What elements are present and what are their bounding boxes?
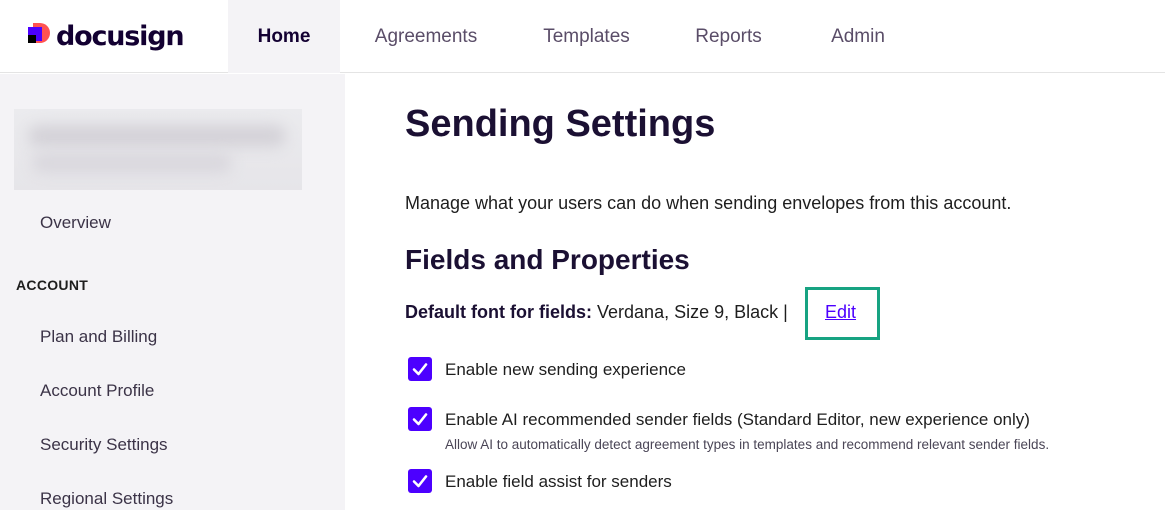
sidebar-item-regional-settings[interactable]: Regional Settings bbox=[40, 489, 173, 509]
sidebar-item-account-profile[interactable]: Account Profile bbox=[40, 381, 154, 401]
default-font-row: Default font for fields: Verdana, Size 9… bbox=[405, 302, 788, 323]
checkbox-field-assist[interactable] bbox=[408, 469, 432, 493]
nav-admin[interactable]: Admin bbox=[796, 0, 920, 73]
nav-home[interactable]: Home bbox=[228, 0, 340, 73]
default-font-label: Default font for fields: bbox=[405, 302, 592, 322]
option-label-field-assist: Enable field assist for senders bbox=[445, 472, 672, 491]
logo-text: docusign bbox=[56, 20, 185, 52]
account-name-redacted bbox=[14, 109, 302, 190]
checkmark-icon bbox=[412, 363, 428, 376]
checkbox-new-sending-experience[interactable] bbox=[408, 357, 432, 381]
main-nav: Home Agreements Templates Reports Admin bbox=[228, 0, 920, 73]
separator: | bbox=[783, 302, 788, 322]
sidebar-section-account: ACCOUNT bbox=[16, 277, 89, 293]
option-help-ai-recommended-fields: Allow AI to automatically detect agreeme… bbox=[445, 437, 1050, 452]
sidebar-item-security-settings[interactable]: Security Settings bbox=[40, 435, 168, 455]
sidebar-item-plan-and-billing[interactable]: Plan and Billing bbox=[40, 327, 157, 347]
section-title-fields-and-properties: Fields and Properties bbox=[405, 244, 690, 275]
page-title: Sending Settings bbox=[405, 103, 716, 145]
sidebar-item-overview[interactable]: Overview bbox=[40, 213, 111, 233]
checkbox-ai-recommended-fields[interactable] bbox=[408, 407, 432, 431]
page-description: Manage what your users can do when sendi… bbox=[405, 193, 1012, 213]
option-label-new-sending-experience: Enable new sending experience bbox=[445, 360, 687, 379]
top-navigation-bar: docusign Home Agreements Templates Repor… bbox=[0, 0, 1165, 73]
checkmark-icon bbox=[412, 475, 428, 488]
checkmark-icon bbox=[412, 413, 428, 426]
docusign-logo[interactable]: docusign bbox=[28, 19, 185, 53]
edit-font-link[interactable]: Edit bbox=[825, 302, 856, 323]
option-label-ai-recommended-fields: Enable AI recommended sender fields (Sta… bbox=[445, 410, 1030, 429]
docusign-logo-icon bbox=[28, 23, 50, 49]
admin-sidebar: Overview ACCOUNT Plan and Billing Accoun… bbox=[0, 74, 345, 510]
nav-reports[interactable]: Reports bbox=[661, 0, 796, 73]
nav-agreements[interactable]: Agreements bbox=[340, 0, 512, 73]
default-font-value: Verdana, Size 9, Black bbox=[597, 302, 779, 322]
nav-templates[interactable]: Templates bbox=[512, 0, 661, 73]
